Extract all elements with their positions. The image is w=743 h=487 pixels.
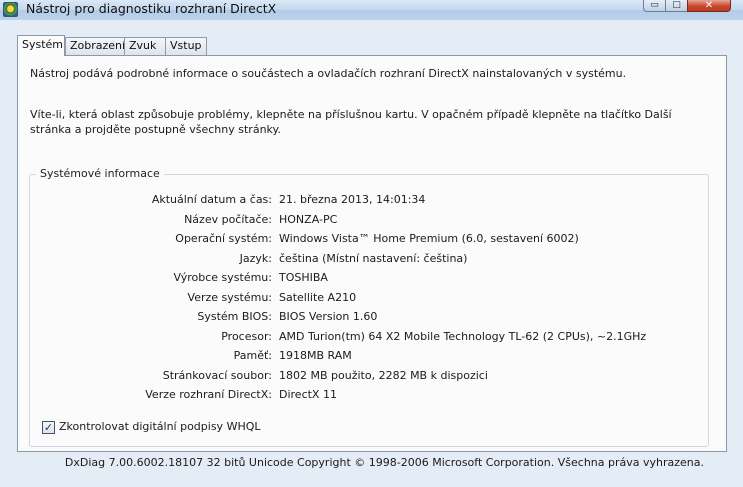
info-label: Aktuální datum a čas: [151, 193, 272, 206]
info-label: Jazyk: [239, 251, 272, 265]
intro-text: Nástroj podává podrobné informace o souč… [30, 67, 627, 80]
info-value: čeština (Místní nastavení: čeština) [279, 251, 468, 265]
info-row-model: Verze systému: Satellite A210 [30, 291, 690, 307]
info-value: HONZA-PC [279, 212, 338, 226]
info-label: Název počítače: [184, 212, 272, 226]
system-info-group: Systémové informace Aktuální datum a čas… [29, 167, 709, 447]
tab-input[interactable]: Vstup [165, 37, 207, 55]
tab-system[interactable]: Systém [17, 35, 65, 56]
whql-checkbox-label[interactable]: Zkontrolovat digitální podpisy WHQL [59, 420, 261, 433]
title-bar[interactable]: Nástroj pro diagnostiku rozhraní DirectX… [0, 0, 743, 20]
dxdiag-window: Nástroj pro diagnostiku rozhraní DirectX… [0, 0, 743, 487]
info-label: Verze rozhraní DirectX: [145, 388, 272, 401]
tab-display[interactable]: Zobrazení [65, 37, 125, 55]
info-label: Verze systému: [187, 290, 272, 304]
tab-sound[interactable]: Zvuk [124, 37, 166, 55]
instructions-text: Víte-li, která oblast způsobuje problémy… [30, 108, 672, 136]
window-title: Nástroj pro diagnostiku rozhraní DirectX [26, 1, 277, 16]
info-row-directx-version: Verze rozhraní DirectX: DirectX 11 [30, 388, 690, 404]
info-value: 1802 MB použito, 2282 MB k dispozici [279, 368, 488, 382]
info-value: BIOS Version 1.60 [279, 310, 378, 323]
info-row-processor: Procesor: AMD Turion(tm) 64 X2 Mobile Te… [30, 330, 690, 346]
maximize-icon: □ [672, 0, 681, 10]
info-value: TOSHIBA [279, 271, 328, 284]
info-row-computer-name: Název počítače: HONZA-PC [30, 213, 690, 229]
maximize-button[interactable]: □ [665, 0, 688, 12]
info-value: Windows Vista™ Home Premium (6.0, sestav… [279, 232, 579, 245]
whql-checkbox[interactable]: ✓ [42, 421, 55, 434]
info-row-page-file: Stránkovací soubor: 1802 MB použito, 228… [30, 369, 690, 385]
info-row-language: Jazyk: čeština (Místní nastavení: češtin… [30, 252, 690, 268]
info-label: Systém BIOS: [197, 310, 272, 323]
system-tab-panel: Nástroj podává podrobné informace o souč… [17, 55, 727, 452]
info-label: Procesor: [221, 329, 272, 343]
minimize-button[interactable]: ▭ [643, 0, 666, 12]
close-icon: ✕ [704, 0, 714, 11]
group-title: Systémové informace [36, 167, 164, 180]
minimize-icon: ▭ [650, 0, 659, 10]
info-value: AMD Turion(tm) 64 X2 Mobile Technology T… [279, 329, 647, 343]
close-button[interactable]: ✕ [687, 0, 731, 12]
info-row-os: Operační systém: Windows Vista™ Home Pre… [30, 232, 690, 248]
info-label: Stránkovací soubor: [162, 368, 272, 382]
info-row-datetime: Aktuální datum a čas: 21. března 2013, 1… [30, 193, 690, 209]
info-value: DirectX 11 [279, 388, 337, 401]
info-value: 1918MB RAM [279, 349, 352, 362]
directx-app-icon [3, 2, 18, 17]
info-row-memory: Paměť: 1918MB RAM [30, 349, 690, 365]
info-label: Operační systém: [175, 232, 272, 245]
info-label: Paměť: [233, 349, 272, 362]
info-row-bios: Systém BIOS: BIOS Version 1.60 [30, 310, 690, 326]
info-row-manufacturer: Výrobce systému: TOSHIBA [30, 271, 690, 287]
info-label: Výrobce systému: [173, 271, 273, 284]
copyright-footer: DxDiag 7.00.6002.18107 32 bitů Unicode C… [64, 456, 704, 469]
info-value: Satellite A210 [279, 290, 357, 304]
info-value: 21. března 2013, 14:01:34 [279, 193, 426, 206]
